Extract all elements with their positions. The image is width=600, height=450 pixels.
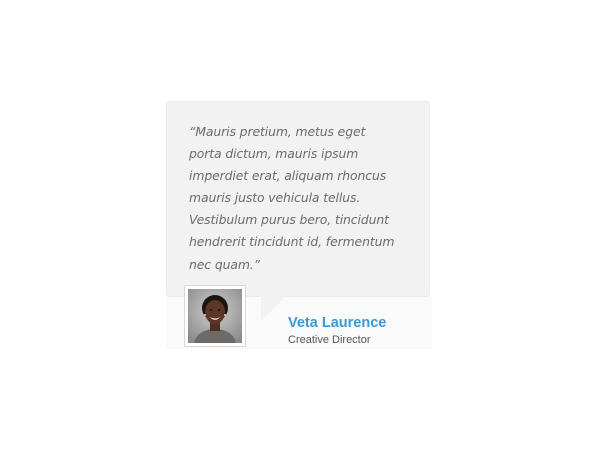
author-avatar	[184, 285, 246, 347]
page-canvas: “Mauris pretium, metus eget porta dictum…	[0, 0, 600, 450]
quote-bubble-pointer	[261, 295, 287, 321]
person-photo-icon	[188, 289, 242, 343]
author-role: Creative Director	[288, 334, 371, 346]
testimonial-quote: “Mauris pretium, metus eget porta dictum…	[189, 124, 395, 272]
quote-bubble: “Mauris pretium, metus eget porta dictum…	[166, 101, 430, 297]
testimonial-widget: “Mauris pretium, metus eget porta dictum…	[166, 101, 432, 349]
author-name[interactable]: Veta Laurence	[288, 315, 386, 331]
